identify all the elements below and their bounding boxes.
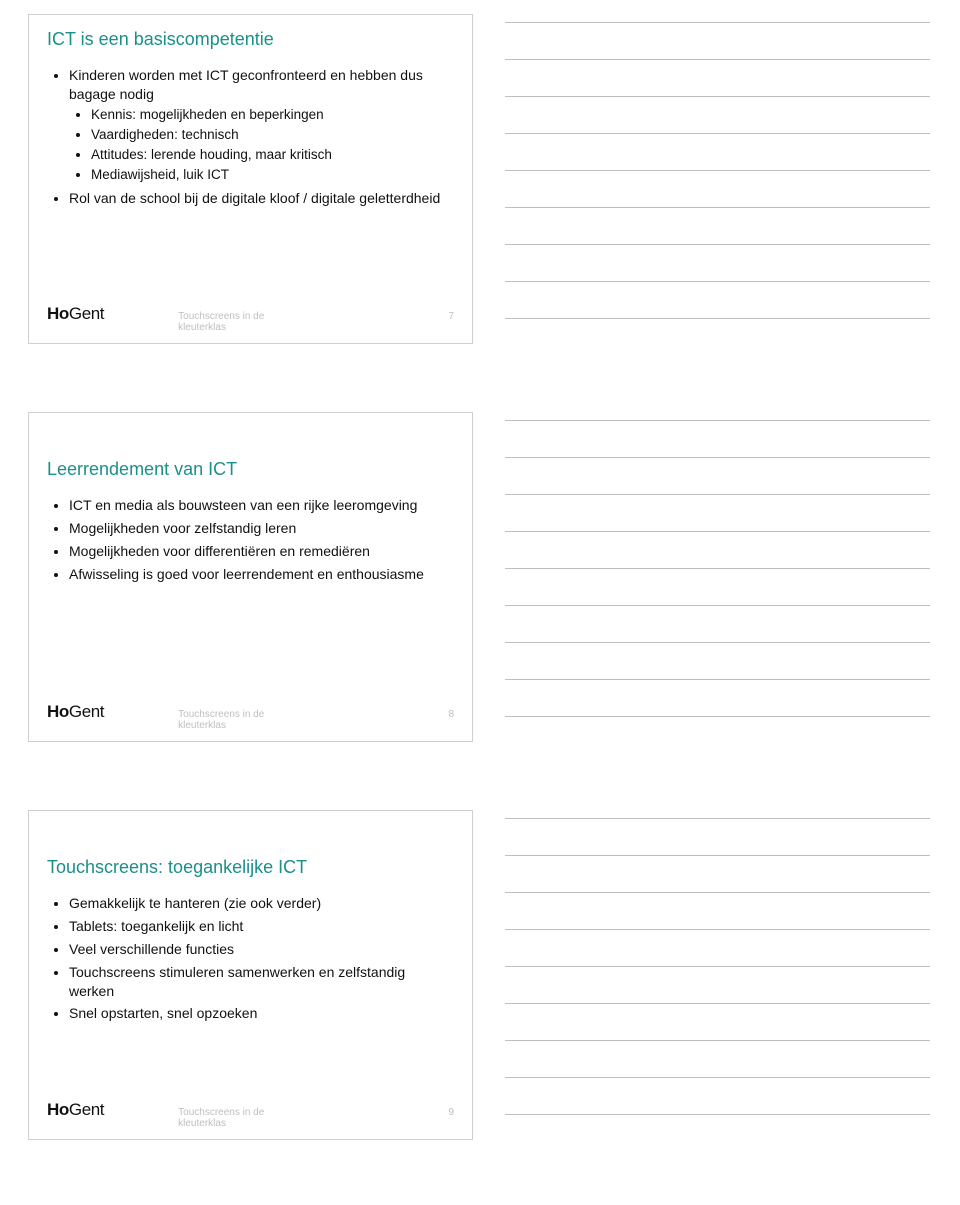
note-line — [505, 966, 930, 967]
notes-area — [505, 818, 930, 1151]
notes-area — [505, 420, 930, 753]
note-line — [505, 568, 930, 569]
logo-rest: Gent — [69, 702, 104, 721]
list-item: Gemakkelijk te hanteren (zie ook verder) — [69, 894, 450, 913]
logo-bold: Ho — [47, 1100, 69, 1119]
bullet-list: Gemakkelijk te hanteren (zie ook verder)… — [29, 894, 472, 1023]
list-item: Snel opstarten, snel opzoeken — [69, 1004, 450, 1023]
bullet-list: ICT en media als bouwsteen van een rijke… — [29, 496, 472, 584]
note-line — [505, 929, 930, 930]
logo-rest: Gent — [69, 304, 104, 323]
note-line — [505, 1003, 930, 1004]
slide-title: Touchscreens: toegankelijke ICT — [29, 811, 472, 888]
logo: HoGent — [47, 304, 104, 324]
note-line — [505, 207, 930, 208]
note-line — [505, 244, 930, 245]
sub-list: Kennis: mogelijkheden en beperkingen Vaa… — [69, 106, 450, 185]
item-text: Rol van de school bij de digitale kloof … — [69, 190, 440, 206]
note-line — [505, 59, 930, 60]
slide-title: ICT is een basiscompetentie — [29, 15, 472, 60]
list-item: ICT en media als bouwsteen van een rijke… — [69, 496, 450, 515]
note-line — [505, 420, 930, 421]
logo-rest: Gent — [69, 1100, 104, 1119]
list-item: Afwisseling is goed voor leerrendement e… — [69, 565, 450, 584]
slide-title: Leerrendement van ICT — [29, 413, 472, 490]
note-line — [505, 22, 930, 23]
note-line — [505, 892, 930, 893]
footer-text: Touchscreens in de kleuterklas — [178, 709, 292, 731]
logo: HoGent — [47, 702, 104, 722]
slide-footer: HoGent Touchscreens in de kleuterklas 7 — [47, 304, 454, 333]
logo-bold: Ho — [47, 304, 69, 323]
list-item: Touchscreens stimuleren samenwerken en z… — [69, 963, 450, 1001]
note-line — [505, 133, 930, 134]
slide-footer: HoGent Touchscreens in de kleuterklas 8 — [47, 702, 454, 731]
handout-page: ICT is een basiscompetentie Kinderen wor… — [0, 0, 960, 1205]
list-item: Attitudes: lerende houding, maar kritisc… — [91, 146, 450, 164]
note-line — [505, 96, 930, 97]
slide-9: Touchscreens: toegankelijke ICT Gemakkel… — [28, 810, 473, 1140]
note-line — [505, 281, 930, 282]
note-line — [505, 494, 930, 495]
list-item: Mogelijkheden voor differentiëren en rem… — [69, 542, 450, 561]
page-number: 8 — [448, 709, 454, 720]
note-line — [505, 457, 930, 458]
note-line — [505, 531, 930, 532]
footer-text: Touchscreens in de kleuterklas — [178, 311, 292, 333]
note-line — [505, 642, 930, 643]
item-text: Kinderen worden met ICT geconfronteerd e… — [69, 67, 423, 102]
page-number: 7 — [448, 311, 454, 322]
list-item: Kennis: mogelijkheden en beperkingen — [91, 106, 450, 124]
list-item: Kinderen worden met ICT geconfronteerd e… — [69, 66, 450, 185]
logo-bold: Ho — [47, 702, 69, 721]
note-line — [505, 170, 930, 171]
logo: HoGent — [47, 1100, 104, 1120]
list-item: Mogelijkheden voor zelfstandig leren — [69, 519, 450, 538]
slide-footer: HoGent Touchscreens in de kleuterklas 9 — [47, 1100, 454, 1129]
note-line — [505, 855, 930, 856]
notes-area — [505, 22, 930, 355]
note-line — [505, 605, 930, 606]
list-item: Rol van de school bij de digitale kloof … — [69, 189, 450, 208]
note-line — [505, 716, 930, 717]
slide-8: Leerrendement van ICT ICT en media als b… — [28, 412, 473, 742]
list-item: Tablets: toegankelijk en licht — [69, 917, 450, 936]
bullet-list: Kinderen worden met ICT geconfronteerd e… — [29, 66, 472, 208]
note-line — [505, 818, 930, 819]
note-line — [505, 318, 930, 319]
note-line — [505, 1077, 930, 1078]
footer-text: Touchscreens in de kleuterklas — [178, 1107, 292, 1129]
list-item: Veel verschillende functies — [69, 940, 450, 959]
list-item: Mediawijsheid, luik ICT — [91, 166, 450, 184]
note-line — [505, 1114, 930, 1115]
page-number: 9 — [448, 1107, 454, 1118]
note-line — [505, 1040, 930, 1041]
note-line — [505, 679, 930, 680]
slide-7: ICT is een basiscompetentie Kinderen wor… — [28, 14, 473, 344]
list-item: Vaardigheden: technisch — [91, 126, 450, 144]
